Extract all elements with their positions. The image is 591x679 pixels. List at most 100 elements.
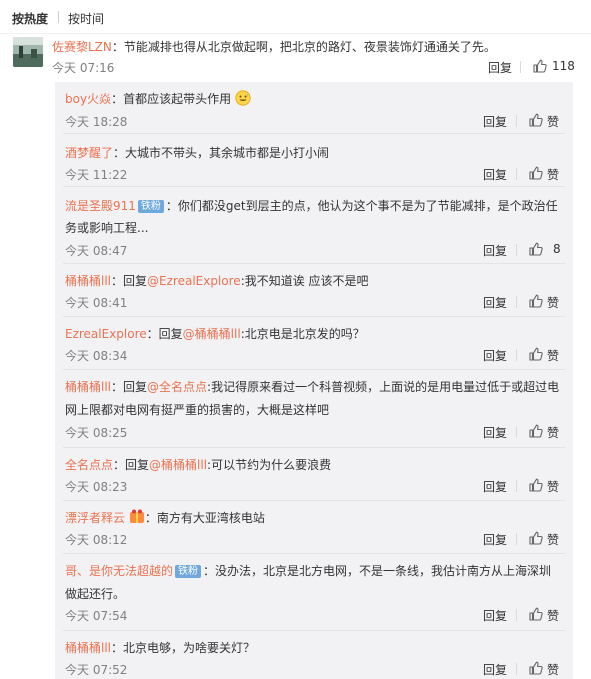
avatar[interactable] xyxy=(13,37,43,67)
thumbs-up-icon[interactable] xyxy=(529,531,543,545)
thumbs-up-icon[interactable] xyxy=(529,424,543,438)
main-comment-username[interactable]: 佐赛黎LZN xyxy=(52,40,112,54)
like-label[interactable]: 赞 xyxy=(547,294,559,311)
reply-button[interactable]: 回复 xyxy=(483,294,507,311)
reply-item: 流是圣殿911 铁粉 ：你们都没get到层主的点，他认为这个事不是为了节能减排，是个… xyxy=(55,187,573,264)
reply-prefix: ：回复 xyxy=(111,380,148,394)
reply-button[interactable]: 回复 xyxy=(483,424,507,441)
reply-button[interactable]: 回复 xyxy=(483,661,507,678)
thumbs-up-icon[interactable] xyxy=(533,59,547,73)
reply-body: 全名点点：回复@桶桶桶lll:可以节约为什么要浪费 xyxy=(65,456,331,473)
reply-time: 今天 07:54 xyxy=(65,609,128,623)
like-label[interactable]: 赞 xyxy=(547,424,559,441)
mention-link[interactable]: @桶桶桶lll xyxy=(183,327,241,341)
reply-text: ：首都应该起带头作用 xyxy=(111,92,232,106)
reply-button[interactable]: 回复 xyxy=(483,242,507,259)
reply-body: 流是圣殿911 铁粉 ：你们都没get到层主的点，他认为这个事不是为了节能减排，是个… xyxy=(65,197,558,214)
main-comment-like-count: 118 xyxy=(552,59,575,73)
action-divider xyxy=(516,115,517,127)
reply-username[interactable]: 哥、是你无法超越的 xyxy=(65,564,173,578)
reply-item: 桶桶桶lll：北京电够，为啥要关灯？ 今天 07:52 回复 赞 xyxy=(55,631,573,679)
thumbs-up-icon[interactable] xyxy=(529,166,543,180)
thumbs-up-icon[interactable] xyxy=(529,478,543,492)
main-comment-time: 今天 07:16 xyxy=(52,61,115,75)
reply-button[interactable]: 回复 xyxy=(483,531,507,548)
reply-text-continued: 做起还行。 xyxy=(65,587,126,601)
reply-button[interactable]: 回复 xyxy=(488,59,512,76)
action-divider xyxy=(516,609,517,621)
reply-item: 酒梦醒了：大城市不带头，其余城市都是小打小闹 今天 11:22 回复 赞 xyxy=(55,134,573,187)
action-divider xyxy=(516,663,517,675)
like-label[interactable]: 赞 xyxy=(547,531,559,548)
mention-link[interactable]: @全名点点 xyxy=(147,380,207,394)
reply-body: 桶桶桶lll：北京电够，为啥要关灯？ xyxy=(65,639,255,656)
reply-body: 桶桶桶lll：回复@EzrealExplore:我不知道诶 应该不是吧 xyxy=(65,272,369,289)
thumbs-up-icon[interactable] xyxy=(529,113,543,127)
reply-username[interactable]: 桶桶桶lll xyxy=(65,380,111,394)
reply-text: :我记得原来看过一个科普视频，上面说的是用电量过低于或超过电 xyxy=(207,380,560,394)
sort-by-hot-tab[interactable]: 按热度 xyxy=(12,10,48,27)
reply-time: 今天 08:41 xyxy=(65,296,128,310)
reply-button[interactable]: 回复 xyxy=(483,113,507,130)
like-label[interactable]: 赞 xyxy=(547,478,559,495)
reply-button[interactable]: 回复 xyxy=(483,347,507,364)
like-label[interactable]: 赞 xyxy=(547,661,559,678)
reply-username[interactable]: 酒梦醒了 xyxy=(65,146,113,160)
action-divider xyxy=(516,533,517,545)
thumbs-up-icon[interactable] xyxy=(529,347,543,361)
action-divider xyxy=(520,61,521,73)
thumbs-up-icon[interactable] xyxy=(529,607,543,621)
reply-prefix: ：回复 xyxy=(111,274,148,288)
sort-bar: 按热度 按时间 xyxy=(0,0,591,34)
reply-item: 漂浮者释云 ：南方有大亚湾核电站 今天 08:12 回复 赞 xyxy=(55,501,573,554)
reply-body: EzrealExplore：回复@桶桶桶lll:北京电是北京发的吗？ xyxy=(65,325,365,342)
reply-item: EzrealExplore：回复@桶桶桶lll:北京电是北京发的吗？ 今天 08… xyxy=(55,317,573,370)
gift-badge-icon xyxy=(129,509,145,525)
reply-button[interactable]: 回复 xyxy=(483,478,507,495)
action-divider xyxy=(516,168,517,180)
thumbs-up-icon[interactable] xyxy=(529,661,543,675)
reply-text: :可以节约为什么要浪费 xyxy=(207,458,332,472)
reply-time: 今天 07:52 xyxy=(65,663,128,677)
action-divider xyxy=(516,349,517,361)
reply-item: 桶桶桶lll：回复@全名点点:我记得原来看过一个科普视频，上面说的是用电量过低于… xyxy=(55,370,573,448)
reply-body: 酒梦醒了：大城市不带头，其余城市都是小打小闹 xyxy=(65,144,329,161)
reply-username[interactable]: 桶桶桶lll xyxy=(65,274,111,288)
reply-username[interactable]: boy火焱 xyxy=(65,92,111,106)
reply-panel: boy火焱：首都应该起带头作用 今天 18:28 回复 赞 酒梦醒了：大城市不带… xyxy=(55,82,573,679)
reply-prefix: ：回复 xyxy=(146,327,183,341)
reply-username[interactable]: 漂浮者释云 xyxy=(65,511,125,525)
action-divider xyxy=(516,296,517,308)
reply-text: ：北京电够，为啥要关灯？ xyxy=(111,641,256,655)
like-label[interactable]: 赞 xyxy=(547,347,559,364)
fan-badge: 铁粉 xyxy=(175,565,202,578)
reply-time: 今天 18:28 xyxy=(65,115,128,129)
reply-body: 桶桶桶lll：回复@全名点点:我记得原来看过一个科普视频，上面说的是用电量过低于… xyxy=(65,378,559,395)
reply-username[interactable]: 全名点点 xyxy=(65,458,113,472)
like-label[interactable]: 赞 xyxy=(547,166,559,183)
like-label[interactable]: 赞 xyxy=(547,607,559,624)
action-divider xyxy=(516,244,517,256)
reply-username[interactable]: 桶桶桶lll xyxy=(65,641,111,655)
reply-text: ：你们都没get到层主的点，他认为这个事不是为了节能减排，是个政治任 xyxy=(165,199,558,213)
thumbs-up-icon[interactable] xyxy=(529,242,543,256)
reply-like-count: 8 xyxy=(553,242,561,256)
sort-by-time-tab[interactable]: 按时间 xyxy=(68,10,104,27)
reply-username[interactable]: EzrealExplore xyxy=(65,327,147,341)
reply-text: :我不知道诶 应该不是吧 xyxy=(240,274,369,288)
reply-item: 哥、是你无法超越的 铁粉 ：没办法，北京是北方电网，不是一条线，我估计南方从上海深圳… xyxy=(55,554,573,631)
like-label[interactable]: 赞 xyxy=(547,113,559,130)
reply-text: ：南方有大亚湾核电站 xyxy=(144,511,265,525)
reply-button[interactable]: 回复 xyxy=(483,607,507,624)
mention-link[interactable]: @EzrealExplore xyxy=(147,274,241,288)
reply-text-continued: 网上限都对电网有挺严重的损害的，大概是这样吧 xyxy=(65,403,330,417)
sort-divider xyxy=(58,11,59,23)
reply-item: 桶桶桶lll：回复@EzrealExplore:我不知道诶 应该不是吧 今天 0… xyxy=(55,264,573,317)
reply-username[interactable]: 流是圣殿911 xyxy=(65,199,136,213)
reply-text: ：大城市不带头，其余城市都是小打小闹 xyxy=(113,146,330,160)
reply-text: :北京电是北京发的吗？ xyxy=(240,327,365,341)
mention-link[interactable]: @桶桶桶lll xyxy=(149,458,207,472)
fan-badge: 铁粉 xyxy=(137,200,164,213)
reply-button[interactable]: 回复 xyxy=(483,166,507,183)
thumbs-up-icon[interactable] xyxy=(529,294,543,308)
